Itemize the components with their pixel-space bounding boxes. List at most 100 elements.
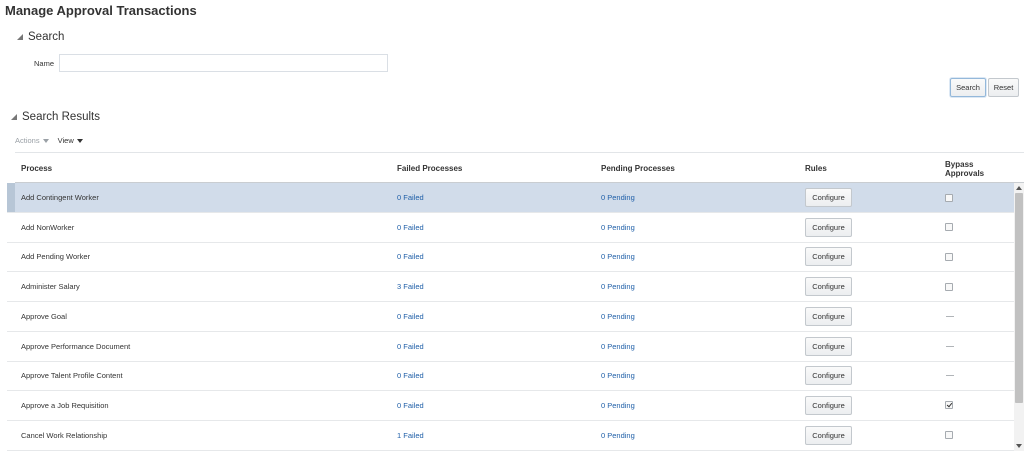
collapse-triangle-icon[interactable] [17,34,23,40]
table-row[interactable]: Approve Goal 0 Failed 0 Pending Configure [7,302,1014,332]
actions-menu[interactable]: Actions [15,136,49,145]
table-row[interactable]: Cancel Work Relationship 1 Failed 0 Pendin… [7,421,1014,451]
configure-button[interactable]: Configure [805,336,852,356]
vertical-scrollbar[interactable] [1014,183,1024,451]
bypass-approvals-checkbox[interactable] [945,223,953,232]
configure-button[interactable]: Configure [805,188,852,207]
bypass-approvals-cell [945,332,954,361]
bypass-approvals-cell [945,272,953,301]
configure-button[interactable]: Configure [805,366,852,386]
results-section-header[interactable]: Search Results [11,111,100,123]
results-toolbar: Actions View [15,136,83,145]
failed-processes-link[interactable]: 3 Failed [397,272,424,301]
configure-button[interactable]: Configure [805,395,852,415]
failed-processes-link[interactable]: 0 Failed [397,183,424,212]
bypass-approvals-checkbox[interactable] [945,252,953,261]
pending-processes-link[interactable]: 0 Pending [601,421,635,450]
process-name: Approve Talent Profile Content [21,371,123,381]
configure-button[interactable]: Configure [805,425,852,445]
page-title: Manage Approval Transactions [5,3,197,18]
pending-processes-link[interactable]: 0 Pending [601,332,635,361]
bypass-approvals-cell [945,302,954,331]
configure-button[interactable]: Configure [805,277,852,297]
table-row[interactable]: Add NonWorker 0 Failed 0 Pending Configure [7,213,1014,243]
table-row[interactable]: Approve a Job Requisition 0 Failed 0 Pendi… [7,391,1014,421]
scroll-up-icon[interactable] [1016,186,1022,190]
column-header-bypass-approvals[interactable]: Bypass Approvals [945,153,1005,184]
scroll-down-icon[interactable] [1016,444,1022,448]
process-name: Cancel Work Relationship [21,430,108,440]
bypass-approvals-checkbox[interactable] [945,401,953,410]
bypass-approvals-cell [945,183,953,212]
name-input[interactable] [59,54,388,72]
bypass-approvals-cell [945,391,953,420]
column-header-rules[interactable]: Rules [805,153,827,184]
configure-button[interactable]: Configure [805,217,852,237]
dropdown-caret-icon [42,138,49,143]
table-row[interactable]: Add Pending Worker 0 Failed 0 Pending Confi… [7,242,1014,273]
pending-processes-link[interactable]: 0 Pending [601,242,635,271]
view-label: View [57,136,74,145]
bypass-approvals-cell [945,421,953,450]
failed-processes-link[interactable]: 0 Failed [397,361,424,390]
bypass-header-line2: Approvals [945,168,985,178]
pending-processes-link[interactable]: 0 Pending [601,302,635,331]
rules-cell: Configure [805,421,852,450]
name-label: Name [34,59,55,68]
failed-processes-link[interactable]: 0 Failed [397,332,424,361]
pending-processes-link[interactable]: 0 Pending [601,272,635,301]
dropdown-caret-icon [76,138,83,143]
table-row[interactable]: Approve Talent Profile Content 0 Failed 0 … [7,361,1014,392]
scroll-thumb[interactable] [1015,193,1023,403]
empty-value-dash [946,315,954,317]
bypass-approvals-checkbox[interactable] [945,282,953,291]
rules-cell: Configure [805,302,852,331]
process-name: Administer Salary [21,282,80,292]
search-section-header[interactable]: Search [17,31,64,43]
column-header-process[interactable]: Process [21,153,52,184]
process-name: Add Pending Worker [21,252,91,262]
pending-processes-link[interactable]: 0 Pending [601,213,635,242]
empty-value-dash [946,345,954,347]
process-name: Approve Goal [21,311,67,321]
process-name: Add NonWorker [21,222,75,232]
column-header-failed-processes[interactable]: Failed Processes [397,153,462,184]
failed-processes-link[interactable]: 0 Failed [397,302,424,331]
configure-button[interactable]: Configure [805,247,852,267]
bypass-approvals-cell [945,213,953,242]
actions-label: Actions [15,136,40,145]
results-section-title: Search Results [22,111,100,123]
failed-processes-link[interactable]: 1 Failed [397,421,424,450]
failed-processes-link[interactable]: 0 Failed [397,213,424,242]
failed-processes-link[interactable]: 0 Failed [397,391,424,420]
table-row[interactable]: Approve Performance Document 0 Failed 0 Pe… [7,332,1014,362]
table-header: Process Failed Processes Pending Process… [15,152,1024,183]
rules-cell: Configure [805,272,852,301]
process-name: Approve Performance Document [21,341,131,351]
bypass-approvals-cell [945,361,954,390]
search-section-title: Search [28,31,65,43]
rules-cell: Configure [805,332,852,361]
collapse-triangle-icon[interactable] [11,114,17,120]
column-header-pending-processes[interactable]: Pending Processes [601,153,675,184]
view-menu[interactable]: View [58,136,83,145]
table-row[interactable]: Administer Salary 3 Failed 0 Pending Config… [7,272,1014,303]
bypass-approvals-cell [945,242,953,271]
rules-cell: Configure [805,213,852,242]
pending-processes-link[interactable]: 0 Pending [601,183,635,212]
table-row[interactable]: Add Contingent Worker 0 Failed 0 Pending Co… [7,183,1014,213]
bypass-approvals-checkbox[interactable] [945,193,953,202]
rules-cell: Configure [805,361,852,390]
results-table-body: Add Contingent Worker 0 Failed 0 Pending Co… [7,183,1014,451]
bypass-approvals-checkbox[interactable] [945,431,953,440]
pending-processes-link[interactable]: 0 Pending [601,361,635,390]
search-button[interactable]: Search [950,78,986,97]
pending-processes-link[interactable]: 0 Pending [601,391,635,420]
process-name: Add Contingent Worker [21,193,99,202]
bypass-header-line1: Bypass [945,159,974,169]
configure-button[interactable]: Configure [805,306,852,326]
rules-cell: Configure [805,242,852,271]
reset-button[interactable]: Reset [988,78,1019,97]
failed-processes-link[interactable]: 0 Failed [397,242,424,271]
rules-cell: Configure [805,183,852,212]
